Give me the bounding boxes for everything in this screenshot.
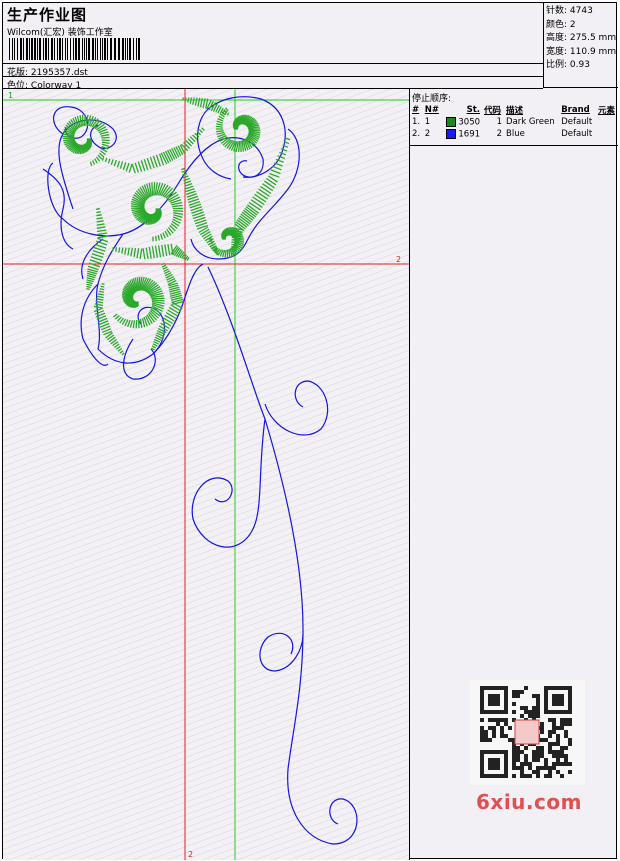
column-element: 元素: [597, 105, 615, 116]
blue-vine: [42, 96, 358, 845]
row-description: Dark Green: [506, 117, 555, 127]
stat-width: 宽度: 110.9 mm: [546, 46, 617, 57]
divider: [410, 145, 618, 146]
column-description: 描述: [506, 105, 524, 116]
color-stop-table: # N# St. 代码 描述 Brand 元素 1. 1 3050 1 Dark…: [410, 103, 618, 140]
stat-height: 高度: 275.5 mm: [546, 33, 617, 43]
divider: [3, 76, 543, 77]
column-code: 代码: [484, 105, 502, 116]
row-code: 2: [496, 129, 503, 139]
header: 生产作业图 Wilcom(汇宏) 装饰工作室 花版: 2195357.dst 色…: [3, 3, 543, 91]
seal-stamp: [514, 719, 540, 745]
color-swatch: [445, 116, 456, 127]
qr-code: [470, 680, 585, 785]
row-element: [596, 128, 618, 140]
row-n: 2: [424, 129, 431, 139]
row-element: [596, 116, 618, 128]
row-code: 1: [496, 117, 503, 127]
row-brand: Default: [561, 129, 593, 139]
divider: [3, 63, 543, 64]
row-brand: Default: [561, 117, 593, 127]
column-stitches: St.: [466, 104, 481, 115]
stat-colors: 颜色: 2: [546, 19, 576, 30]
row-n: 1: [424, 117, 431, 127]
barcode: [9, 38, 140, 60]
row-description: Blue: [506, 129, 525, 139]
color-swatch: [445, 128, 456, 139]
table-header-row: # N# St. 代码 描述 Brand 元素: [410, 103, 618, 116]
marker-bottom: 2: [188, 850, 193, 859]
row-number: 1.: [412, 117, 421, 127]
stat-scale: 比例: 0.93: [546, 60, 590, 70]
design-stats: 针数: 4743 颜色: 2 高度: 275.5 mm 宽度: 110.9 mm…: [543, 3, 618, 88]
column-n: N#: [424, 104, 439, 115]
watermark-logo: 6xiu.com: [476, 790, 582, 814]
embroidery-preview: 1 2 2: [3, 89, 409, 860]
design-canvas[interactable]: 1 2 2: [3, 89, 410, 860]
table-row[interactable]: 2. 2 1691 2 Blue Default: [410, 128, 618, 140]
column-brand: Brand: [561, 104, 590, 115]
sheet-title: 生产作业图: [7, 6, 88, 24]
row-number: 2.: [412, 129, 421, 139]
marker-top: 1: [8, 91, 13, 100]
row-stitches: 3050: [442, 116, 482, 128]
table-row[interactable]: 1. 1 3050 1 Dark Green Default: [410, 116, 618, 128]
marker-right: 2: [396, 255, 401, 264]
row-stitches: 1691: [442, 128, 482, 140]
stat-stitches: 针数: 4743: [546, 6, 593, 16]
column-number: #: [412, 104, 420, 115]
company-name: Wilcom(汇宏) 装饰工作室: [7, 28, 113, 38]
